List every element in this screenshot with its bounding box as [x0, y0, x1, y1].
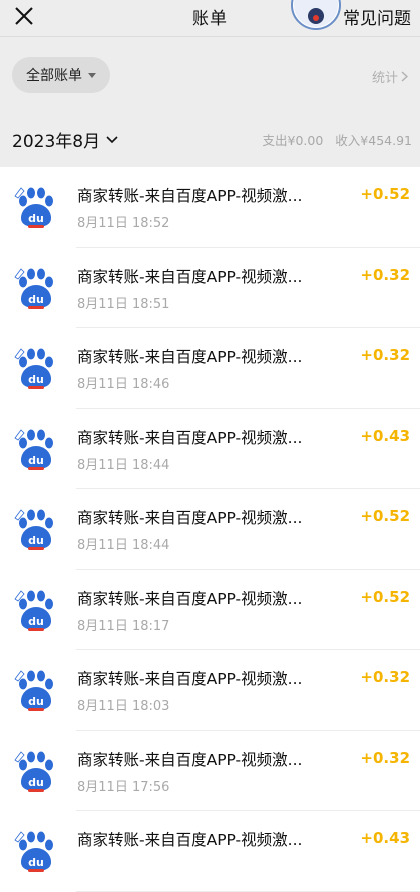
svg-text:du: du: [28, 373, 44, 386]
baidu-logo-icon: du: [14, 589, 53, 631]
baidu-logo-icon: du: [14, 750, 53, 792]
svg-text:du: du: [28, 776, 44, 789]
faq-link[interactable]: 常见问题: [343, 4, 411, 29]
svg-text:du: du: [28, 293, 44, 306]
transaction-amount: +0.32: [360, 346, 410, 364]
month-selector[interactable]: 2023年8月: [12, 127, 118, 152]
transaction-amount: +0.52: [360, 507, 410, 525]
transaction-amount: +0.32: [360, 265, 410, 284]
transaction-row[interactable]: du 商家转账-来自百度APP-视频激... 8月11日 18:52 +0.52: [0, 167, 420, 248]
baidu-logo-icon: du: [14, 670, 53, 711]
caret-down-icon: [88, 73, 96, 78]
transaction-title: 商家转账-来自百度APP-视频激...: [77, 428, 303, 447]
transaction-row[interactable]: du 商家转账-来自百度APP-视频激... +0.43: [0, 811, 420, 892]
transaction-title: 商家转账-来自百度APP-视频激...: [77, 267, 303, 286]
chevron-right-icon: [401, 71, 408, 82]
baidu-logo-icon: du: [14, 831, 53, 872]
transaction-row[interactable]: du 商家转账-来自百度APP-视频激... 8月11日 18:17 +0.52: [0, 570, 420, 651]
transaction-time: 8月11日 18:44: [77, 457, 170, 473]
transaction-title: 商家转账-来自百度APP-视频激...: [77, 670, 303, 688]
baidu-logo-icon: du: [14, 267, 53, 309]
transaction-title: 商家转账-来自百度APP-视频激...: [77, 589, 303, 608]
transaction-row[interactable]: du 商家转账-来自百度APP-视频激... 8月11日 18:46 +0.32: [0, 328, 420, 409]
transaction-time: 8月11日 18:03: [77, 699, 170, 714]
filter-bar: 全部账单 统计: [0, 37, 420, 111]
all-bills-filter-button[interactable]: 全部账单: [12, 57, 110, 93]
transaction-title: 商家转账-来自百度APP-视频激...: [77, 831, 303, 849]
svg-text:du: du: [28, 454, 44, 467]
transaction-amount: +0.52: [360, 587, 410, 606]
stats-link[interactable]: 统计: [372, 67, 408, 86]
svg-text:du: du: [28, 534, 44, 547]
baidu-logo-icon: du: [14, 187, 53, 228]
transaction-row[interactable]: du 商家转账-来自百度APP-视频激... 8月11日 18:44 +0.52: [0, 489, 420, 570]
income-total: 收入¥454.91: [335, 133, 412, 148]
baidu-logo-icon: du: [14, 348, 53, 389]
transaction-time: 8月11日 18:46: [77, 377, 170, 392]
transaction-list: du 商家转账-来自百度APP-视频激... 8月11日 18:52 +0.52…: [0, 167, 420, 892]
month-label: 2023年8月: [12, 132, 101, 152]
top-navigation-bar: 账单 常见问题: [0, 0, 420, 36]
filter-label: 全部账单: [26, 68, 82, 84]
transaction-amount: +0.52: [360, 185, 410, 203]
transaction-amount: +0.32: [360, 668, 410, 686]
chevron-down-icon: [106, 135, 118, 143]
transaction-amount: +0.43: [360, 829, 410, 847]
transaction-row[interactable]: du 商家转账-来自百度APP-视频激... 8月11日 18:03 +0.32: [0, 650, 420, 731]
transaction-title: 商家转账-来自百度APP-视频激...: [77, 187, 303, 205]
transaction-amount: +0.43: [360, 426, 410, 445]
svg-text:du: du: [28, 212, 44, 225]
transaction-time: 8月11日 18:51: [77, 296, 170, 312]
svg-text:du: du: [28, 615, 44, 628]
month-header: 2023年8月 支出¥0.00 收入¥454.91: [0, 111, 420, 167]
transaction-row[interactable]: du 商家转账-来自百度APP-视频激... 8月11日 18:51 +0.32: [0, 248, 420, 329]
transaction-amount: +0.32: [360, 748, 410, 767]
month-summary: 支出¥0.00 收入¥454.91: [255, 130, 412, 149]
transaction-time: 8月11日 18:52: [77, 216, 170, 231]
stats-label: 统计: [371, 71, 398, 86]
transaction-row[interactable]: du 商家转账-来自百度APP-视频激... 8月11日 17:56 +0.32: [0, 731, 420, 812]
baidu-logo-icon: du: [14, 509, 53, 550]
expense-total: 支出¥0.00: [262, 133, 324, 148]
transaction-title: 商家转账-来自百度APP-视频激...: [77, 509, 303, 527]
transaction-title: 商家转账-来自百度APP-视频激...: [77, 750, 303, 769]
transaction-time: 8月11日 17:56: [77, 779, 170, 795]
transaction-time: 8月11日 18:17: [77, 618, 170, 634]
svg-text:du: du: [28, 695, 44, 708]
baidu-logo-icon: du: [14, 428, 53, 470]
transaction-row[interactable]: du 商家转账-来自百度APP-视频激... 8月11日 18:44 +0.43: [0, 409, 420, 490]
transaction-time: 8月11日 18:44: [77, 538, 170, 553]
transaction-title: 商家转账-来自百度APP-视频激...: [77, 348, 303, 366]
